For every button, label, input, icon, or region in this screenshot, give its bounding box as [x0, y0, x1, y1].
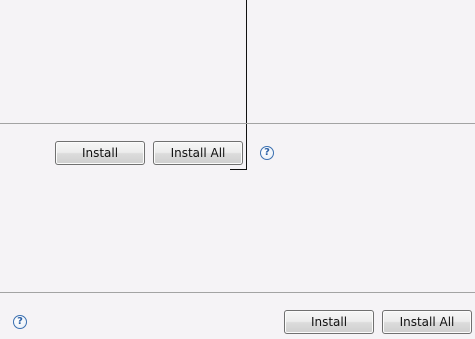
- splitter-foot: [230, 169, 247, 170]
- splitter-line: [246, 0, 247, 170]
- install-button[interactable]: Install: [55, 141, 145, 165]
- install-all-button[interactable]: Install All: [153, 141, 243, 165]
- help-icon[interactable]: ?: [260, 146, 274, 160]
- dialog-install-button[interactable]: Install: [284, 310, 374, 334]
- dialog-install-all-button[interactable]: Install All: [382, 310, 472, 334]
- lower-separator: [0, 292, 475, 293]
- dialog-help-icon[interactable]: ?: [13, 315, 27, 329]
- upper-separator: [0, 123, 475, 124]
